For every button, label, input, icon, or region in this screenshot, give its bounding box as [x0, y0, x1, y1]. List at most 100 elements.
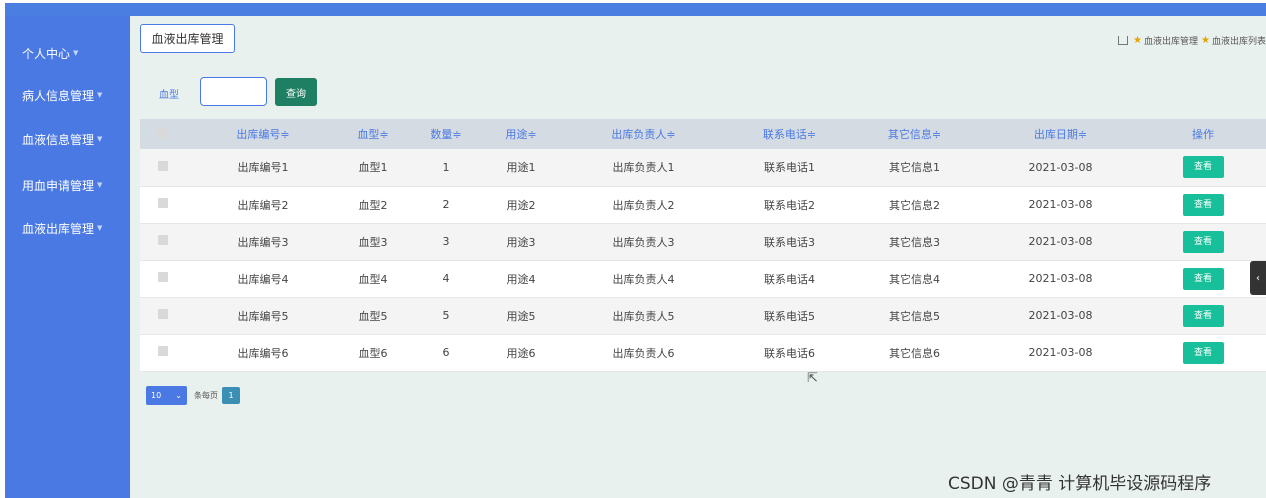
- table-cell: 1: [442, 160, 450, 174]
- table-cell: 血型4: [358, 272, 388, 286]
- chevron-left-icon: ‹: [1256, 272, 1260, 284]
- table-row: 出库编号1 血型1 1 用途1 出库负责人1 联系电话1 其它信息1 2021-03-08 查看: [140, 149, 1266, 186]
- table-cell: 用途2: [506, 198, 536, 212]
- breadcrumb-item[interactable]: 血液出库管理: [1144, 34, 1198, 47]
- sidebar-item-personal-center[interactable]: 个人中心 ▼: [5, 33, 130, 73]
- table-header-row: 出库编号≑ 血型≑ 数量≑ 用途≑ 出库负责人≑ 联系电话≑ 其它信息≑ 出库日…: [140, 119, 1266, 149]
- view-button[interactable]: 查看: [1182, 341, 1224, 364]
- sidebar-item-blood-outbound[interactable]: 血液出库管理 ▼: [5, 208, 130, 248]
- row-select-cell: [140, 260, 186, 297]
- row-select-cell: [140, 334, 186, 371]
- table-cell: 出库负责人4: [612, 272, 675, 286]
- view-button[interactable]: 查看: [1182, 230, 1224, 253]
- row-select-cell: [140, 297, 186, 334]
- watermark: CSDN @青青 计算机毕设源码程序: [948, 474, 1212, 494]
- view-button[interactable]: 查看: [1182, 267, 1224, 290]
- table-cell: 4: [442, 272, 450, 285]
- sidebar-item-blood-request[interactable]: 用血申请管理 ▼: [5, 165, 130, 205]
- column-header[interactable]: 出库编号≑: [186, 119, 340, 149]
- select-all-checkbox[interactable]: [158, 127, 168, 138]
- column-header[interactable]: 数量≑: [406, 119, 486, 149]
- table-cell: 2: [442, 198, 450, 211]
- top-bar: [5, 3, 1266, 16]
- search-button[interactable]: 查询: [275, 78, 317, 106]
- table-cell: 用途3: [506, 235, 536, 249]
- column-header[interactable]: 出库负责人≑: [556, 119, 731, 149]
- table-cell: 用途6: [506, 346, 536, 360]
- table-cell: 出库编号5: [237, 309, 289, 323]
- row-checkbox[interactable]: [158, 160, 168, 171]
- column-header[interactable]: 其它信息≑: [848, 119, 981, 149]
- page-number-button[interactable]: 1: [222, 387, 240, 404]
- table-cell: 2021-03-08: [1028, 235, 1093, 248]
- per-page-label: 条每页: [194, 391, 218, 400]
- table-row: 出库编号2 血型2 2 用途2 出库负责人2 联系电话2 其它信息2 2021-03-08 查看: [140, 186, 1266, 223]
- table-row: 出库编号5 血型5 5 用途5 出库负责人5 联系电话5 其它信息5 2021-03-08 查看: [140, 297, 1266, 334]
- sidebar-item-label: 病人信息管理: [22, 88, 95, 103]
- chevron-down-icon: ▼: [97, 91, 103, 99]
- column-header[interactable]: 出库日期≑: [981, 119, 1140, 149]
- sidebar-item-label: 用血申请管理: [22, 178, 95, 193]
- sidebar-item-blood-info[interactable]: 血液信息管理 ▼: [5, 119, 130, 159]
- table-row: 出库编号3 血型3 3 用途3 出库负责人3 联系电话3 其它信息3 2021-03-08 查看: [140, 223, 1266, 260]
- collapse-toggle[interactable]: ‹: [1250, 261, 1266, 295]
- view-button[interactable]: 查看: [1182, 156, 1224, 179]
- page-size-select[interactable]: 10 ⌄: [146, 386, 187, 405]
- table-cell: 2021-03-08: [1028, 160, 1093, 174]
- table-cell: 出库编号6: [237, 346, 289, 360]
- table-row: 出库编号4 血型4 4 用途4 出库负责人4 联系电话4 其它信息4 2021-03-08 查看: [140, 260, 1266, 297]
- action-cell: 查看: [1140, 297, 1266, 334]
- row-checkbox[interactable]: [158, 272, 168, 282]
- star-icon: ★: [1201, 35, 1210, 46]
- pagination: 10 ⌄ 条每页 1: [146, 386, 240, 405]
- sidebar: 个人中心 ▼ 病人信息管理 ▼ 血液信息管理 ▼ 用血申请管理 ▼ 血液出库管理 ▼: [5, 16, 130, 498]
- table-cell: 其它信息3: [889, 235, 940, 249]
- table-cell: 其它信息6: [889, 346, 940, 360]
- table-cell: 出库编号1: [237, 161, 289, 175]
- page-title: 血液出库管理: [140, 24, 235, 53]
- table-cell: 联系电话5: [764, 309, 815, 323]
- table-cell: 出库负责人5: [612, 309, 675, 323]
- action-cell: 查看: [1140, 186, 1266, 223]
- home-icon[interactable]: [1118, 36, 1129, 45]
- action-cell: 查看: [1140, 334, 1266, 371]
- table-cell: 联系电话4: [764, 272, 815, 286]
- chevron-down-icon: ▼: [97, 181, 103, 189]
- table-cell: 用途1: [506, 161, 536, 175]
- table-cell: 6: [442, 346, 450, 359]
- table-cell: 2021-03-08: [1028, 309, 1093, 322]
- column-header[interactable]: 血型≑: [340, 119, 406, 149]
- table-cell: 用途4: [506, 272, 536, 286]
- table-cell: 其它信息4: [889, 272, 940, 286]
- blood-type-input[interactable]: [200, 77, 267, 106]
- table-cell: 出库编号2: [237, 198, 289, 212]
- column-header: 操作: [1192, 128, 1214, 141]
- row-select-cell: [140, 186, 186, 223]
- table-cell: 其它信息1: [889, 161, 940, 175]
- view-button[interactable]: 查看: [1182, 193, 1224, 216]
- table-row: 出库编号6 血型6 6 用途6 出库负责人6 联系电话6 其它信息6 2021-03-08 查看: [140, 334, 1266, 371]
- column-header[interactable]: 联系电话≑: [731, 119, 848, 149]
- row-checkbox[interactable]: [158, 346, 168, 356]
- chevron-down-icon: ▼: [97, 224, 103, 232]
- chevron-down-icon: ▼: [97, 135, 103, 143]
- view-button[interactable]: 查看: [1182, 304, 1224, 327]
- table-cell: 血型2: [358, 198, 388, 212]
- row-select-cell: [140, 149, 186, 186]
- table-cell: 血型1: [358, 161, 388, 175]
- row-checkbox[interactable]: [158, 309, 168, 319]
- breadcrumb-item[interactable]: 血液出库列表: [1212, 34, 1266, 47]
- sidebar-item-patient-info[interactable]: 病人信息管理 ▼: [5, 75, 130, 115]
- row-checkbox[interactable]: [158, 198, 168, 208]
- action-cell: 查看: [1140, 149, 1266, 186]
- row-checkbox[interactable]: [158, 235, 168, 245]
- table-cell: 血型5: [358, 309, 388, 323]
- column-header[interactable]: 用途≑: [486, 119, 556, 149]
- table-cell: 2021-03-08: [1028, 272, 1093, 285]
- main-content: 血液出库管理 ★ 血液出库管理 ★ 血液出库列表 血型 查询 出库编号≑ 血型≑…: [130, 16, 1266, 498]
- top-strip: [0, 0, 1266, 16]
- table-cell: 出库负责人6: [612, 346, 675, 360]
- table-cell: 联系电话6: [764, 346, 815, 360]
- table-cell: 出库编号3: [237, 235, 289, 249]
- action-cell: 查看: [1140, 260, 1266, 297]
